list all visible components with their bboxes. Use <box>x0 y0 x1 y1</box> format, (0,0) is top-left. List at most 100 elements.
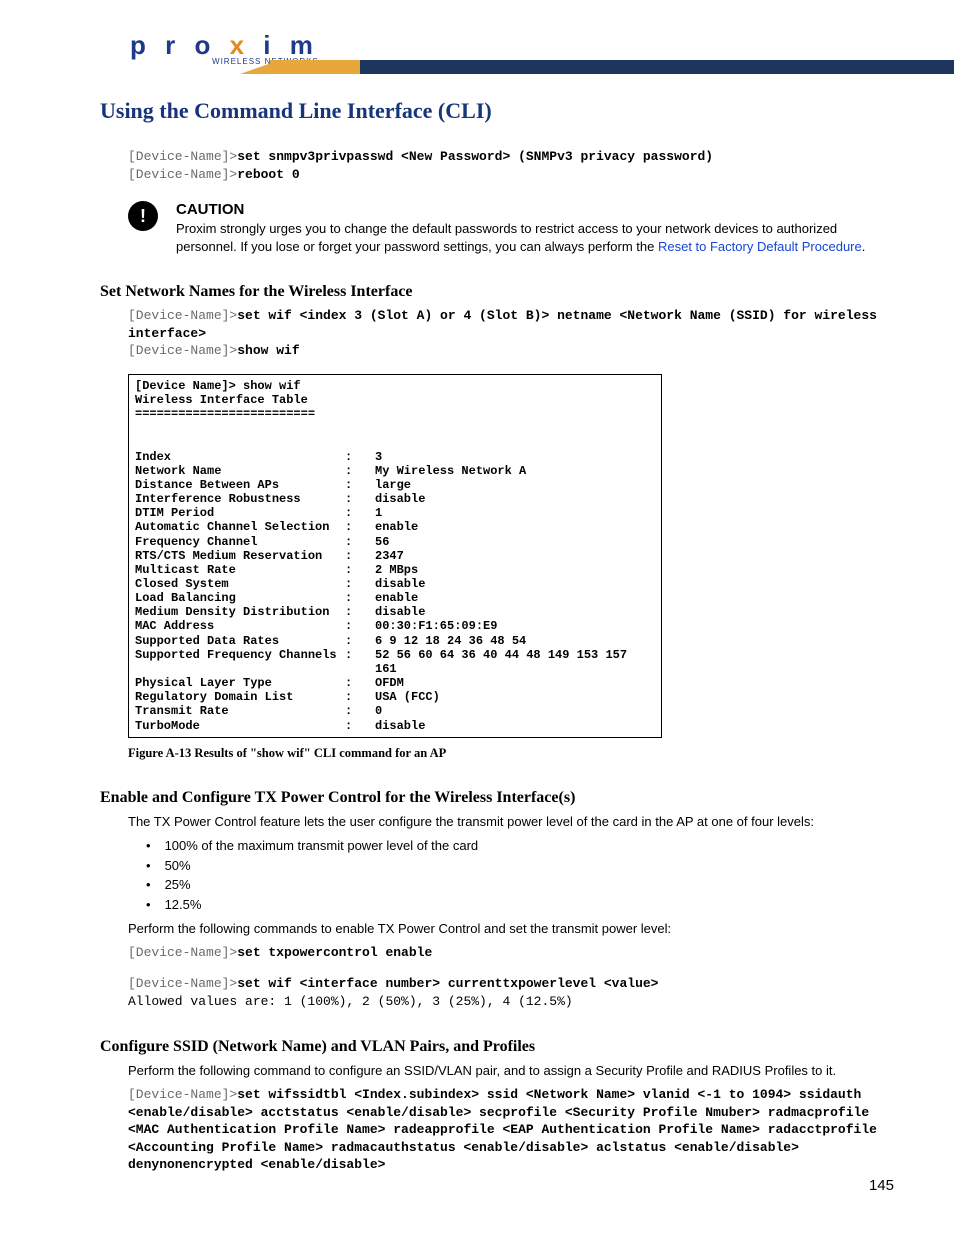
wif-value: 2 MBps <box>375 563 655 577</box>
cmd-set-wifssidtbl: set wifssidtbl <Index.subindex> ssid <Ne… <box>128 1087 885 1172</box>
prompt: [Device-Name]> <box>128 308 237 323</box>
wif-row: Frequency Channel:56 <box>135 535 655 549</box>
page-title: Using the Command Line Interface (CLI) <box>100 98 894 124</box>
figure-caption: Figure A-13 Results of "show wif" CLI co… <box>128 746 894 761</box>
wif-colon: : <box>345 676 375 690</box>
wif-key: Physical Layer Type <box>135 676 345 690</box>
show-wif-output: [Device Name]> show wif Wireless Interfa… <box>128 374 662 738</box>
wif-colon: : <box>345 634 375 648</box>
wif-value: enable <box>375 591 655 605</box>
heading-txpower: Enable and Configure TX Power Control fo… <box>100 789 894 807</box>
wif-row: Network Name:My Wireless Network A <box>135 464 655 478</box>
wif-row: RTS/CTS Medium Reservation:2347 <box>135 549 655 563</box>
prompt: [Device-Name]> <box>128 343 237 358</box>
wif-value: 52 56 60 64 36 40 44 48 149 153 157 161 <box>375 648 655 676</box>
caution-text: Proxim strongly urges you to change the … <box>176 220 894 255</box>
wif-colon: : <box>345 520 375 534</box>
wif-colon: : <box>345 719 375 733</box>
wif-colon: : <box>345 464 375 478</box>
wif-value: disable <box>375 577 655 591</box>
heading-set-network-names: Set Network Names for the Wireless Inter… <box>100 283 894 301</box>
snmp-command-block: [Device-Name]>set snmpv3privpasswd <New … <box>128 148 894 183</box>
list-item: 50% <box>146 856 894 876</box>
wif-key: MAC Address <box>135 619 345 633</box>
wif-row: Load Balancing:enable <box>135 591 655 605</box>
wif-row: MAC Address:00:30:F1:65:09:E9 <box>135 619 655 633</box>
ssid-cmd-block: [Device-Name]>set wifssidtbl <Index.subi… <box>128 1086 894 1174</box>
wif-header-1: [Device Name]> show wif <box>135 379 655 393</box>
wif-key: Supported Data Rates <box>135 634 345 648</box>
wif-row: Interference Robustness:disable <box>135 492 655 506</box>
txpower-cmd1-block: [Device-Name]>set txpowercontrol enable <box>128 944 894 962</box>
wif-colon: : <box>345 506 375 520</box>
cmd-set-txpowercontrol: set txpowercontrol enable <box>237 945 432 960</box>
wif-value: 3 <box>375 450 655 464</box>
header: p r o x i m WIRELESS NETWORKS <box>100 30 894 86</box>
prompt: [Device-Name]> <box>128 1087 237 1102</box>
wif-key: Distance Between APs <box>135 478 345 492</box>
ssid-intro: Perform the following command to configu… <box>128 1062 894 1080</box>
wif-value: USA (FCC) <box>375 690 655 704</box>
wif-key: Medium Density Distribution <box>135 605 345 619</box>
caution-block: ! CAUTION Proxim strongly urges you to c… <box>128 201 894 255</box>
wif-value: 56 <box>375 535 655 549</box>
wif-value: disable <box>375 605 655 619</box>
cmd-show-wif: show wif <box>237 343 299 358</box>
prompt: [Device-Name]> <box>128 945 237 960</box>
wif-row: Transmit Rate:0 <box>135 704 655 718</box>
wif-value: 00:30:F1:65:09:E9 <box>375 619 655 633</box>
caution-heading: CAUTION <box>176 201 894 218</box>
wif-row: TurboMode:disable <box>135 719 655 733</box>
wif-key: Closed System <box>135 577 345 591</box>
wif-value: disable <box>375 492 655 506</box>
cmd-set-wif-txlevel: set wif <interface number> currenttxpowe… <box>237 976 658 991</box>
wif-key: Supported Frequency Channels <box>135 648 345 676</box>
wif-colon: : <box>345 619 375 633</box>
wif-row: DTIM Period:1 <box>135 506 655 520</box>
wif-row: Index:3 <box>135 450 655 464</box>
heading-ssid-vlan: Configure SSID (Network Name) and VLAN P… <box>100 1038 894 1056</box>
wif-value: My Wireless Network A <box>375 464 655 478</box>
txpower-allowed-values: Allowed values are: 1 (100%), 2 (50%), 3… <box>128 994 573 1009</box>
wif-row: Supported Data Rates:6 9 12 18 24 36 48 … <box>135 634 655 648</box>
wif-key: Transmit Rate <box>135 704 345 718</box>
txpower-intro: The TX Power Control feature lets the us… <box>128 813 894 831</box>
wif-colon: : <box>345 605 375 619</box>
wif-row: Medium Density Distribution:disable <box>135 605 655 619</box>
wif-colon: : <box>345 535 375 549</box>
wif-header-2: Wireless Interface Table <box>135 393 655 407</box>
wif-value: 2347 <box>375 549 655 563</box>
wif-colon: : <box>345 591 375 605</box>
wif-row: Automatic Channel Selection:enable <box>135 520 655 534</box>
wif-colon: : <box>345 690 375 704</box>
wif-colon: : <box>345 478 375 492</box>
header-stripe <box>360 60 954 74</box>
list-item: 25% <box>146 875 894 895</box>
wif-row: Supported Frequency Channels:52 56 60 64… <box>135 648 655 676</box>
wif-key: TurboMode <box>135 719 345 733</box>
wif-value: 0 <box>375 704 655 718</box>
prompt: [Device-Name]> <box>128 149 237 164</box>
wif-value: 6 9 12 18 24 36 48 54 <box>375 634 655 648</box>
wif-colon: : <box>345 577 375 591</box>
wif-colon: : <box>345 648 375 676</box>
wif-row: Physical Layer Type:OFDM <box>135 676 655 690</box>
cmd-set-snmpv3: set snmpv3privpasswd <New Password> (SNM… <box>237 149 713 164</box>
wif-colon: : <box>345 450 375 464</box>
reset-factory-link[interactable]: Reset to Factory Default Procedure <box>658 239 862 254</box>
wif-key: DTIM Period <box>135 506 345 520</box>
wif-colon: : <box>345 549 375 563</box>
prompt: [Device-Name]> <box>128 167 237 182</box>
wif-key: Regulatory Domain List <box>135 690 345 704</box>
wif-header-3: ========================= <box>135 407 655 421</box>
wif-key: Frequency Channel <box>135 535 345 549</box>
prompt: [Device-Name]> <box>128 976 237 991</box>
wif-colon: : <box>345 704 375 718</box>
wif-colon: : <box>345 563 375 577</box>
wif-row: Closed System:disable <box>135 577 655 591</box>
wif-key: Index <box>135 450 345 464</box>
wif-key: Load Balancing <box>135 591 345 605</box>
wif-key: Interference Robustness <box>135 492 345 506</box>
page-number: 145 <box>869 1177 894 1194</box>
wif-value: disable <box>375 719 655 733</box>
